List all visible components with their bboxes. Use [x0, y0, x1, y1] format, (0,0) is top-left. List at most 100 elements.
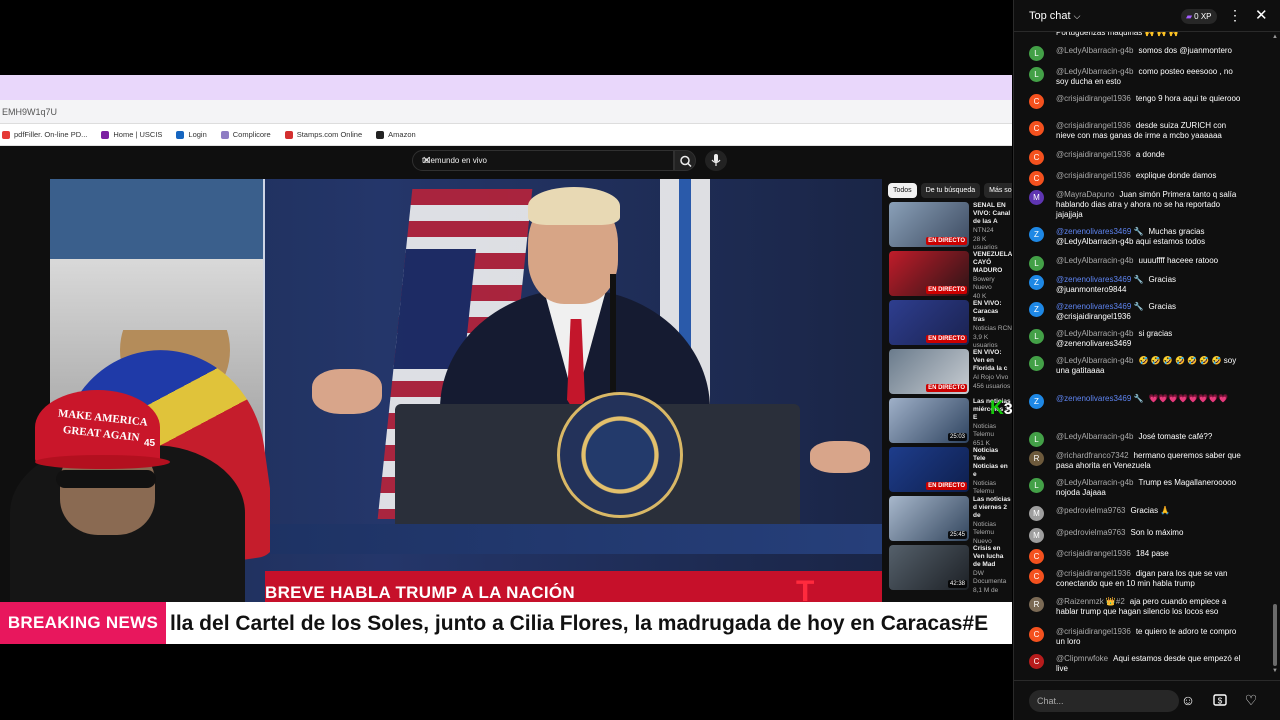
message-author[interactable]: @crisjaidirangel1936 [1056, 94, 1131, 103]
user-avatar[interactable]: C [1029, 121, 1044, 136]
scroll-up-icon[interactable]: ▲ [1272, 34, 1278, 40]
message-author[interactable]: @Clipmrwfoke [1056, 654, 1108, 663]
message-author[interactable]: @LedyAlbarracin-g4b [1056, 46, 1134, 55]
user-avatar[interactable]: C [1029, 171, 1044, 186]
user-avatar[interactable]: C [1029, 94, 1044, 109]
video-thumbnail[interactable]: 25:45 [889, 496, 969, 541]
user-avatar[interactable]: M [1029, 190, 1044, 205]
bookmark-item[interactable]: Stamps.com Online [284, 130, 362, 139]
message-author[interactable]: @MayraDapuno [1056, 190, 1114, 199]
voice-search-button[interactable] [705, 150, 727, 171]
heart-icon[interactable]: ♡ [1242, 691, 1260, 709]
speaker-hair [528, 187, 620, 225]
recommended-video[interactable]: EN DIRECTO SEÑAL EN VIVO: Canal de las A N… [886, 202, 1012, 251]
message-author[interactable]: @LedyAlbarracin-g4b [1056, 478, 1134, 487]
message-author[interactable]: @zenenolivares3469 🔧 [1056, 394, 1143, 403]
message-author[interactable]: @crisjaidirangel1936 [1056, 171, 1131, 180]
message-author[interactable]: @LedyAlbarracin-g4b [1056, 256, 1134, 265]
recommended-video[interactable]: EN DIRECTO VENEZUELA CAYÓ MADURO Bowery Nu… [886, 251, 1012, 300]
message-author[interactable]: @zenenolivares3469 🔧 [1056, 302, 1143, 311]
filter-chip[interactable]: Más so [984, 183, 1012, 198]
user-avatar[interactable]: L [1029, 478, 1044, 493]
emoji-icon[interactable]: ☺ [1179, 691, 1197, 709]
user-avatar[interactable]: C [1029, 627, 1044, 642]
user-avatar[interactable]: L [1029, 67, 1044, 82]
recommended-video[interactable]: EN DIRECTO EN VIVO: Caracas tras Noticias … [886, 300, 1012, 349]
bookmark-item[interactable]: Login [176, 130, 207, 139]
message-author[interactable]: @LedyAlbarracin-g4b [1056, 432, 1134, 441]
user-avatar[interactable]: R [1029, 597, 1044, 612]
message-author[interactable]: @crisjaidirangel1936 [1056, 627, 1131, 636]
user-avatar[interactable]: Z [1029, 394, 1044, 409]
chat-messages[interactable]: Portuguerizas maquinas 🙌 🙌 🙌 L @LedyAlbarr… [1014, 24, 1272, 680]
user-avatar[interactable]: C [1029, 549, 1044, 564]
user-avatar[interactable]: Z [1029, 227, 1044, 242]
chat-scrollbar[interactable]: ▲ ▼ [1272, 34, 1278, 676]
video-thumbnail[interactable]: EN DIRECTO [889, 300, 969, 345]
presidential-seal [557, 392, 683, 518]
filter-chip[interactable]: Todos [888, 183, 917, 198]
video-thumbnail[interactable]: EN DIRECTO [889, 349, 969, 394]
chat-mode-dropdown[interactable]: Top chat ⌵ [1029, 10, 1080, 22]
message-text: a donde [1135, 150, 1165, 159]
cap-number: 45 [144, 438, 156, 449]
message-body: @LedyAlbarracin-g4b como posteo eeesooo ,… [1056, 67, 1246, 87]
red-cap-brim [35, 455, 170, 469]
recommended-video[interactable]: EN DIRECTO EN VIVO: Ven en Florida la c Al… [886, 349, 1012, 398]
user-avatar[interactable]: C [1029, 150, 1044, 165]
user-avatar[interactable]: L [1029, 46, 1044, 61]
user-avatar[interactable]: Z [1029, 275, 1044, 290]
streamer-glasses [56, 470, 156, 488]
message-author[interactable]: @crisjaidirangel1936 [1056, 121, 1131, 130]
user-avatar[interactable]: L [1029, 256, 1044, 271]
address-bar[interactable]: EMH9W1q7U [0, 100, 1012, 124]
more-options-icon[interactable]: ⋮ [1228, 7, 1242, 24]
recommended-video[interactable]: 42:38 Crisis en Ven lucha de Mad DW Docume… [886, 545, 1012, 594]
video-thumbnail[interactable]: EN DIRECTO [889, 447, 969, 492]
xp-badge[interactable]: ▰ 0 XP [1181, 9, 1217, 24]
video-thumbnail[interactable]: 42:38 [889, 545, 969, 590]
message-text: 💗💗💗💗💗💗💗💗 [1148, 394, 1229, 403]
video-thumbnail[interactable]: EN DIRECTO [889, 202, 969, 247]
bookmark-label: Login [188, 130, 207, 139]
user-avatar[interactable]: L [1029, 432, 1044, 447]
message-author[interactable]: @richardfranco7342 [1056, 451, 1129, 460]
message-author[interactable]: @LedyAlbarracin-g4b [1056, 67, 1134, 76]
bookmark-item[interactable]: pdfFiller. On-line PD... [2, 130, 87, 139]
recommended-video[interactable]: EN DIRECTO Noticias Tele Noticias en e Not… [886, 447, 1012, 496]
super-chat-icon[interactable]: $ [1211, 691, 1229, 709]
recommended-video[interactable]: 25:45 Las noticias d viernes 2 de Noticias… [886, 496, 1012, 545]
chat-input[interactable]: Chat... [1029, 690, 1179, 712]
message-author[interactable]: @crisjaidirangel1936 [1056, 549, 1131, 558]
bookmark-item[interactable]: Complicore [220, 130, 271, 139]
message-author[interactable]: @zenenolivares3469 🔧 [1056, 275, 1143, 284]
chat-footer: Chat... ☺ $ ♡ [1014, 680, 1280, 720]
user-avatar[interactable]: R [1029, 451, 1044, 466]
message-author[interactable]: @LedyAlbarracin-g4b [1056, 356, 1134, 365]
video-thumbnail[interactable]: EN DIRECTO [889, 251, 969, 296]
filter-chip[interactable]: De tu búsqueda [920, 183, 981, 198]
scrollbar-thumb[interactable] [1273, 604, 1277, 666]
message-author[interactable]: @crisjaidirangel1936 [1056, 569, 1131, 578]
message-author[interactable]: @crisjaidirangel1936 [1056, 150, 1131, 159]
message-author[interactable]: @Raizenmzk 👑#2 [1056, 597, 1125, 606]
scroll-down-icon[interactable]: ▼ [1272, 668, 1278, 674]
message-author[interactable]: @LedyAlbarracin-g4b [1056, 329, 1134, 338]
search-input[interactable]: telemundo en vivo ✕ [412, 150, 674, 171]
search-button[interactable] [674, 150, 696, 171]
user-avatar[interactable]: C [1029, 569, 1044, 584]
message-author[interactable]: @pedrovielma9763 [1056, 506, 1126, 515]
user-avatar[interactable]: Z [1029, 302, 1044, 317]
video-thumbnail[interactable]: 25:03 [889, 398, 969, 443]
message-author[interactable]: @pedrovielma9763 [1056, 528, 1126, 537]
user-avatar[interactable]: L [1029, 356, 1044, 371]
user-avatar[interactable]: C [1029, 654, 1044, 669]
user-avatar[interactable]: L [1029, 329, 1044, 344]
user-avatar[interactable]: M [1029, 528, 1044, 543]
clear-icon[interactable]: ✕ [422, 154, 667, 167]
bookmark-item[interactable]: Amazon [376, 130, 416, 139]
message-author[interactable]: @zenenolivares3469 🔧 [1056, 227, 1143, 236]
close-icon[interactable]: ✕ [1255, 6, 1268, 24]
bookmark-item[interactable]: Home | USCIS [101, 130, 162, 139]
user-avatar[interactable]: M [1029, 506, 1044, 521]
